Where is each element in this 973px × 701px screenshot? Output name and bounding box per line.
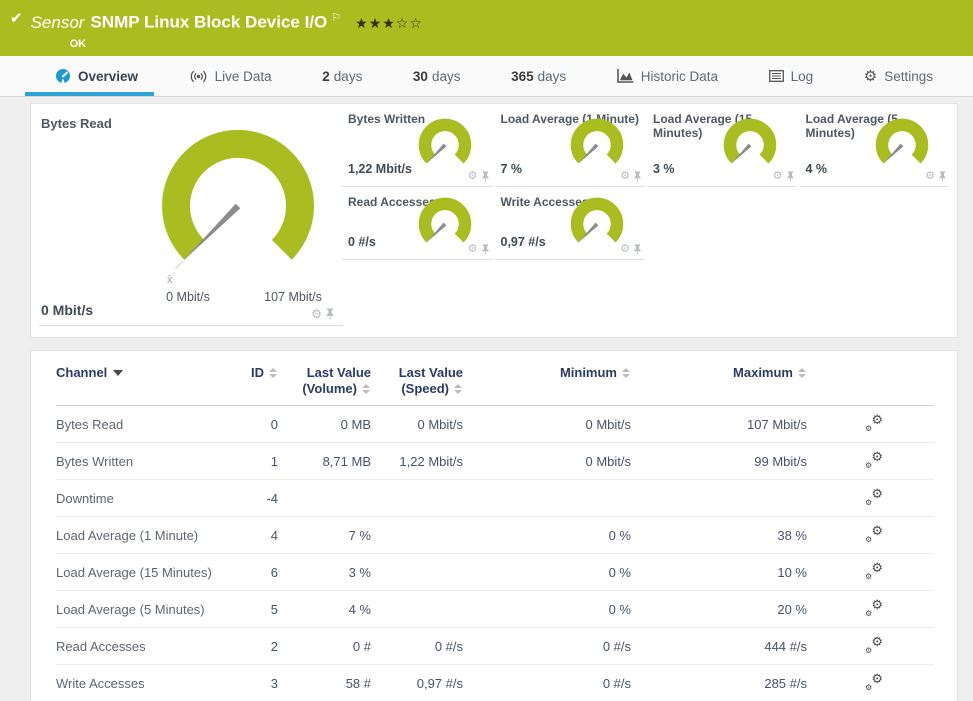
read-accesses-gauge [414,196,476,252]
gear-icon[interactable]: ⚙ [311,308,322,320]
pin-icon[interactable] [481,171,490,182]
load-average-5-minutes-gauge [871,117,933,173]
channel-name: Bytes Read [56,406,216,443]
tab-30-days[interactable]: 30days [413,56,461,96]
column-header-maximum[interactable]: Maximum [631,351,807,406]
channel-name: Load Average (1 Minute) [56,517,216,554]
priority-stars[interactable]: ★★★☆☆ [355,15,423,31]
channels-table-panel: Channel ID Last Value(Volume) Last Value… [30,350,958,701]
gauge-tile-load-average-5-minutes: Load Average (5 Minutes) 4 % ⚙ [800,104,950,187]
gauge-icon [55,68,71,84]
tab-log[interactable]: Log [769,56,814,96]
channel-settings-icon[interactable]: ⚙⚙ [865,563,883,579]
historic-data-icon [617,69,634,83]
gear-icon[interactable]: ⚙ [468,171,478,182]
stars-empty: ☆☆ [396,15,423,31]
channel-settings-icon[interactable]: ⚙⚙ [865,674,883,690]
write-accesses-gauge [566,196,628,252]
channel-name: Bytes Written [56,443,216,480]
gear-icon[interactable]: ⚙ [773,171,783,182]
pin-icon[interactable] [633,171,642,182]
bytes-written-gauge [414,117,476,173]
tab-2-days[interactable]: 2days [322,56,362,96]
sort-icon [798,368,807,378]
gauge-tile-write-accesses: Write Accesses 0,97 #/s ⚙ [495,187,645,260]
pin-icon[interactable] [938,171,947,182]
column-header-last-value-speed[interactable]: Last Value(Speed) [371,351,463,406]
channel-settings-icon[interactable]: ⚙⚙ [865,489,883,505]
gauge-tile-load-average-1-minute: Load Average (1 Minute) 7 % ⚙ [495,104,645,187]
tab-settings[interactable]: ⚙ Settings [864,56,933,96]
table-row: Load Average (5 Minutes) 5 4 % 0 % 20 % … [56,591,934,628]
channel-name: Downtime [56,480,216,517]
pin-icon[interactable] [481,244,490,255]
page-title: SNMP Linux Block Device I/O [90,13,327,32]
sort-icon [362,384,371,394]
tab-historic-data[interactable]: Historic Data [617,56,718,96]
gauge-tile-read-accesses: Read Accesses 0 #/s ⚙ [342,187,492,260]
sensor-type-label: Sensor [31,13,85,32]
channel-name: Load Average (15 Minutes) [56,554,216,591]
sort-icon [454,384,463,394]
gauge-max-label: 107 Mbit/s [243,290,343,304]
gauge-tile-bytes-read: Bytes Read x̄ 0 Mbit/s 107 Mbit/s 0 Mbit… [31,104,341,326]
bytes-read-gauge [143,118,333,288]
channel-settings-icon[interactable]: ⚙⚙ [865,526,883,542]
column-header-id[interactable]: ID [216,351,278,406]
table-row: Bytes Read 0 0 MB 0 Mbit/s 0 Mbit/s 107 … [56,406,934,443]
channel-settings-icon[interactable]: ⚙⚙ [865,415,883,431]
channel-settings-icon[interactable]: ⚙⚙ [865,600,883,616]
gauge-average-marker: x̄ [167,274,173,286]
gauge-min-label: 0 Mbit/s [138,290,238,304]
column-header-channel[interactable]: Channel [56,351,216,406]
channel-name: Write Accesses [56,665,216,701]
tab-365-days[interactable]: 365days [511,56,566,96]
load-average-15-minutes-gauge [719,117,781,173]
table-row: Load Average (1 Minute) 4 7 % 0 % 38 % ⚙… [56,517,934,554]
channel-settings-icon[interactable]: ⚙⚙ [865,452,883,468]
gauge-tile-load-average-15-minutes: Load Average (15 Minutes) 3 % ⚙ [647,104,797,187]
sort-icon [269,368,278,378]
gear-icon[interactable]: ⚙ [468,244,478,255]
channel-settings-icon[interactable]: ⚙⚙ [865,637,883,653]
gauges-panel: Bytes Read x̄ 0 Mbit/s 107 Mbit/s 0 Mbit… [30,103,958,338]
table-row: Downtime -4 ⚙⚙ [56,480,934,517]
table-row: Load Average (15 Minutes) 6 3 % 0 % 10 %… [56,554,934,591]
gear-icon[interactable]: ⚙ [925,171,935,182]
gauge-title: Bytes Read [41,116,112,131]
pin-icon[interactable] [325,308,335,320]
gauge-tile-bytes-written: Bytes Written 1,22 Mbit/s ⚙ [342,104,492,187]
tab-live-data[interactable]: Live Data [189,56,272,96]
pin-icon[interactable] [633,244,642,255]
live-data-icon [189,70,208,83]
stars-filled: ★★★ [355,15,396,31]
column-header-minimum[interactable]: Minimum [463,351,631,406]
channel-name: Read Accesses [56,628,216,665]
table-row: Write Accesses 3 58 # 0,97 #/s 0 #/s 285… [56,665,934,701]
sort-icon [622,368,631,378]
tab-bar: Overview Live Data 2days 30days 365days … [0,56,973,97]
column-header-last-value-volume[interactable]: Last Value(Volume) [278,351,371,406]
channels-table: Channel ID Last Value(Volume) Last Value… [56,351,934,701]
pin-icon[interactable] [786,171,795,182]
gear-icon[interactable]: ⚙ [620,244,630,255]
tab-overview[interactable]: Overview [55,56,138,96]
log-icon [769,70,784,82]
gear-icon[interactable]: ⚙ [620,171,630,182]
gear-icon: ⚙ [864,69,877,84]
table-row: Bytes Written 1 8,71 MB 1,22 Mbit/s 0 Mb… [56,443,934,480]
table-row: Read Accesses 2 0 # 0 #/s 0 #/s 444 #/s … [56,628,934,665]
gauge-current-value: 0 Mbit/s [41,302,93,318]
prtg-sensor-page: ✔ Sensor SNMP Linux Block Device I/O ⚐ ★★★☆… [0,0,973,701]
status-badge: OK [70,38,423,50]
load-average-1-minute-gauge [566,117,628,173]
sensor-header: ✔ Sensor SNMP Linux Block Device I/O ⚐ ★★★☆… [0,0,973,56]
small-gauges-grid: Bytes Written 1,22 Mbit/s ⚙ Load Average… [342,104,949,260]
channel-name: Load Average (5 Minutes) [56,591,216,628]
status-ok-check-icon: ✔ [10,9,23,27]
flag-icon: ⚐ [331,12,341,24]
sort-desc-icon [113,370,123,376]
